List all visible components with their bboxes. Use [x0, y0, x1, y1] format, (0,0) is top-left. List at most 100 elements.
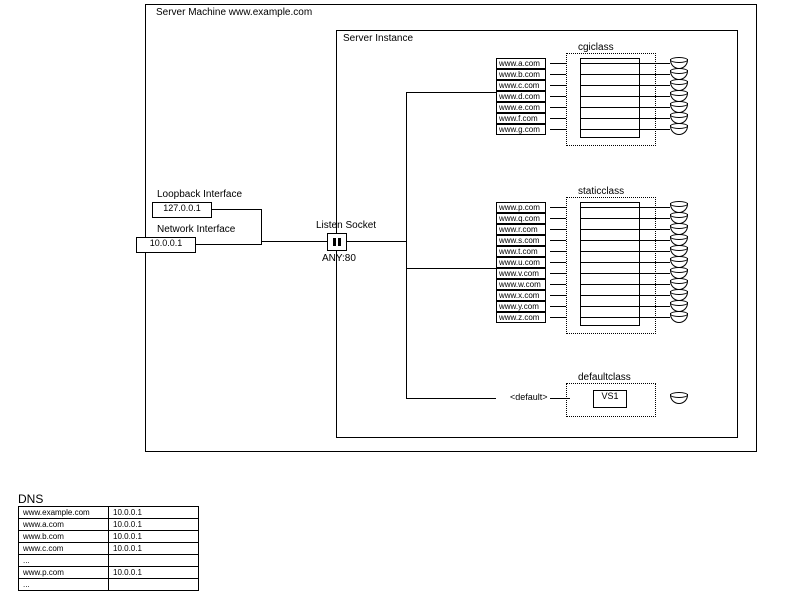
host-label: www.a.com: [496, 58, 546, 69]
line-to-default: [406, 398, 496, 399]
table-row: ...: [19, 555, 199, 567]
host-label: www.c.com: [496, 80, 546, 91]
host-label: www.b.com: [496, 69, 546, 80]
line-default-conn: [550, 398, 570, 399]
connector-line: [580, 85, 670, 86]
line-socket-out: [347, 241, 407, 242]
host-line: [550, 63, 566, 64]
connector-line: [580, 129, 670, 130]
host-row: www.q.com: [496, 213, 566, 224]
host-label: www.d.com: [496, 91, 546, 102]
host-line: [550, 251, 566, 252]
defaultclass-label: defaultclass: [578, 372, 631, 383]
host-line: [550, 306, 566, 307]
table-row: ...: [19, 579, 199, 591]
dns-ip-cell: 10.0.0.1: [109, 519, 199, 531]
host-line: [550, 295, 566, 296]
connector-line: [580, 295, 670, 296]
host-line: [550, 74, 566, 75]
host-label: www.q.com: [496, 213, 546, 224]
host-row: www.c.com: [496, 80, 566, 91]
host-row: www.d.com: [496, 91, 566, 102]
staticclass-label: staticclass: [578, 186, 624, 197]
table-row: www.c.com10.0.0.1: [19, 543, 199, 555]
connector-line: [580, 317, 670, 318]
host-label: www.t.com: [496, 246, 546, 257]
host-label: www.r.com: [496, 224, 546, 235]
dns-ip-cell: 10.0.0.1: [109, 507, 199, 519]
host-line: [550, 107, 566, 108]
host-line: [550, 218, 566, 219]
host-label: www.w.com: [496, 279, 546, 290]
host-line: [550, 229, 566, 230]
dns-host-cell: ...: [19, 579, 109, 591]
dns-ip-cell: 10.0.0.1: [109, 567, 199, 579]
dns-host-cell: ...: [19, 555, 109, 567]
cylinder-icon: [670, 311, 688, 323]
socket-icon: [327, 233, 347, 251]
connector-line: [580, 251, 670, 252]
cgi-host-group: www.a.comwww.b.comwww.c.comwww.d.comwww.…: [496, 58, 566, 135]
host-row: www.w.com: [496, 279, 566, 290]
host-row: www.b.com: [496, 69, 566, 80]
line-tee-v: [261, 209, 262, 245]
host-row: www.y.com: [496, 301, 566, 312]
line-tee-to-socket: [261, 241, 327, 242]
host-row: www.e.com: [496, 102, 566, 113]
connector-line: [580, 74, 670, 75]
host-row: www.a.com: [496, 58, 566, 69]
server-machine-title: Server Machine www.example.com: [156, 7, 312, 18]
network-ip-box: 10.0.0.1: [136, 237, 196, 253]
line-to-static: [406, 268, 496, 269]
host-label: www.u.com: [496, 257, 546, 268]
host-label: www.z.com: [496, 312, 546, 323]
host-line: [550, 273, 566, 274]
dns-table: www.example.com10.0.0.1www.a.com10.0.0.1…: [18, 506, 199, 591]
connector-line: [580, 306, 670, 307]
connector-line: [580, 207, 670, 208]
loopback-ip-box: 127.0.0.1: [152, 202, 212, 218]
host-row: www.z.com: [496, 312, 566, 323]
dns-ip-cell: [109, 555, 199, 567]
connector-line: [580, 218, 670, 219]
connector-line: [580, 240, 670, 241]
cgi-stack: [580, 58, 640, 138]
table-row: www.example.com10.0.0.1: [19, 507, 199, 519]
table-row: www.a.com10.0.0.1: [19, 519, 199, 531]
host-row: www.r.com: [496, 224, 566, 235]
dns-ip-cell: 10.0.0.1: [109, 543, 199, 555]
host-row: www.u.com: [496, 257, 566, 268]
dns-title: DNS: [18, 492, 43, 506]
host-label: www.e.com: [496, 102, 546, 113]
host-line: [550, 118, 566, 119]
dns-host-cell: www.a.com: [19, 519, 109, 531]
table-row: www.b.com10.0.0.1: [19, 531, 199, 543]
host-row: www.g.com: [496, 124, 566, 135]
connector-line: [580, 273, 670, 274]
dns-ip-cell: 10.0.0.1: [109, 531, 199, 543]
host-row: www.f.com: [496, 113, 566, 124]
default-cyl: [670, 392, 688, 404]
host-row: www.s.com: [496, 235, 566, 246]
host-line: [550, 207, 566, 208]
host-row: www.x.com: [496, 290, 566, 301]
listen-addr: ANY:80: [322, 253, 356, 264]
connector-line: [580, 63, 670, 64]
host-line: [550, 129, 566, 130]
cgiclass-label: cgiclass: [578, 42, 614, 53]
connector-line: [580, 262, 670, 263]
dns-host-cell: www.p.com: [19, 567, 109, 579]
line-split-v: [406, 92, 407, 399]
host-label: www.p.com: [496, 202, 546, 213]
host-line: [550, 85, 566, 86]
server-instance-title: Server Instance: [343, 33, 413, 44]
host-label: www.g.com: [496, 124, 546, 135]
table-row: www.p.com10.0.0.1: [19, 567, 199, 579]
host-row: www.t.com: [496, 246, 566, 257]
loopback-label: Loopback Interface: [157, 189, 242, 200]
static-host-group: www.p.comwww.q.comwww.r.comwww.s.comwww.…: [496, 202, 566, 323]
host-row: www.p.com: [496, 202, 566, 213]
dns-host-cell: www.example.com: [19, 507, 109, 519]
default-vs-label: VS1: [601, 391, 618, 401]
dns-host-cell: www.b.com: [19, 531, 109, 543]
